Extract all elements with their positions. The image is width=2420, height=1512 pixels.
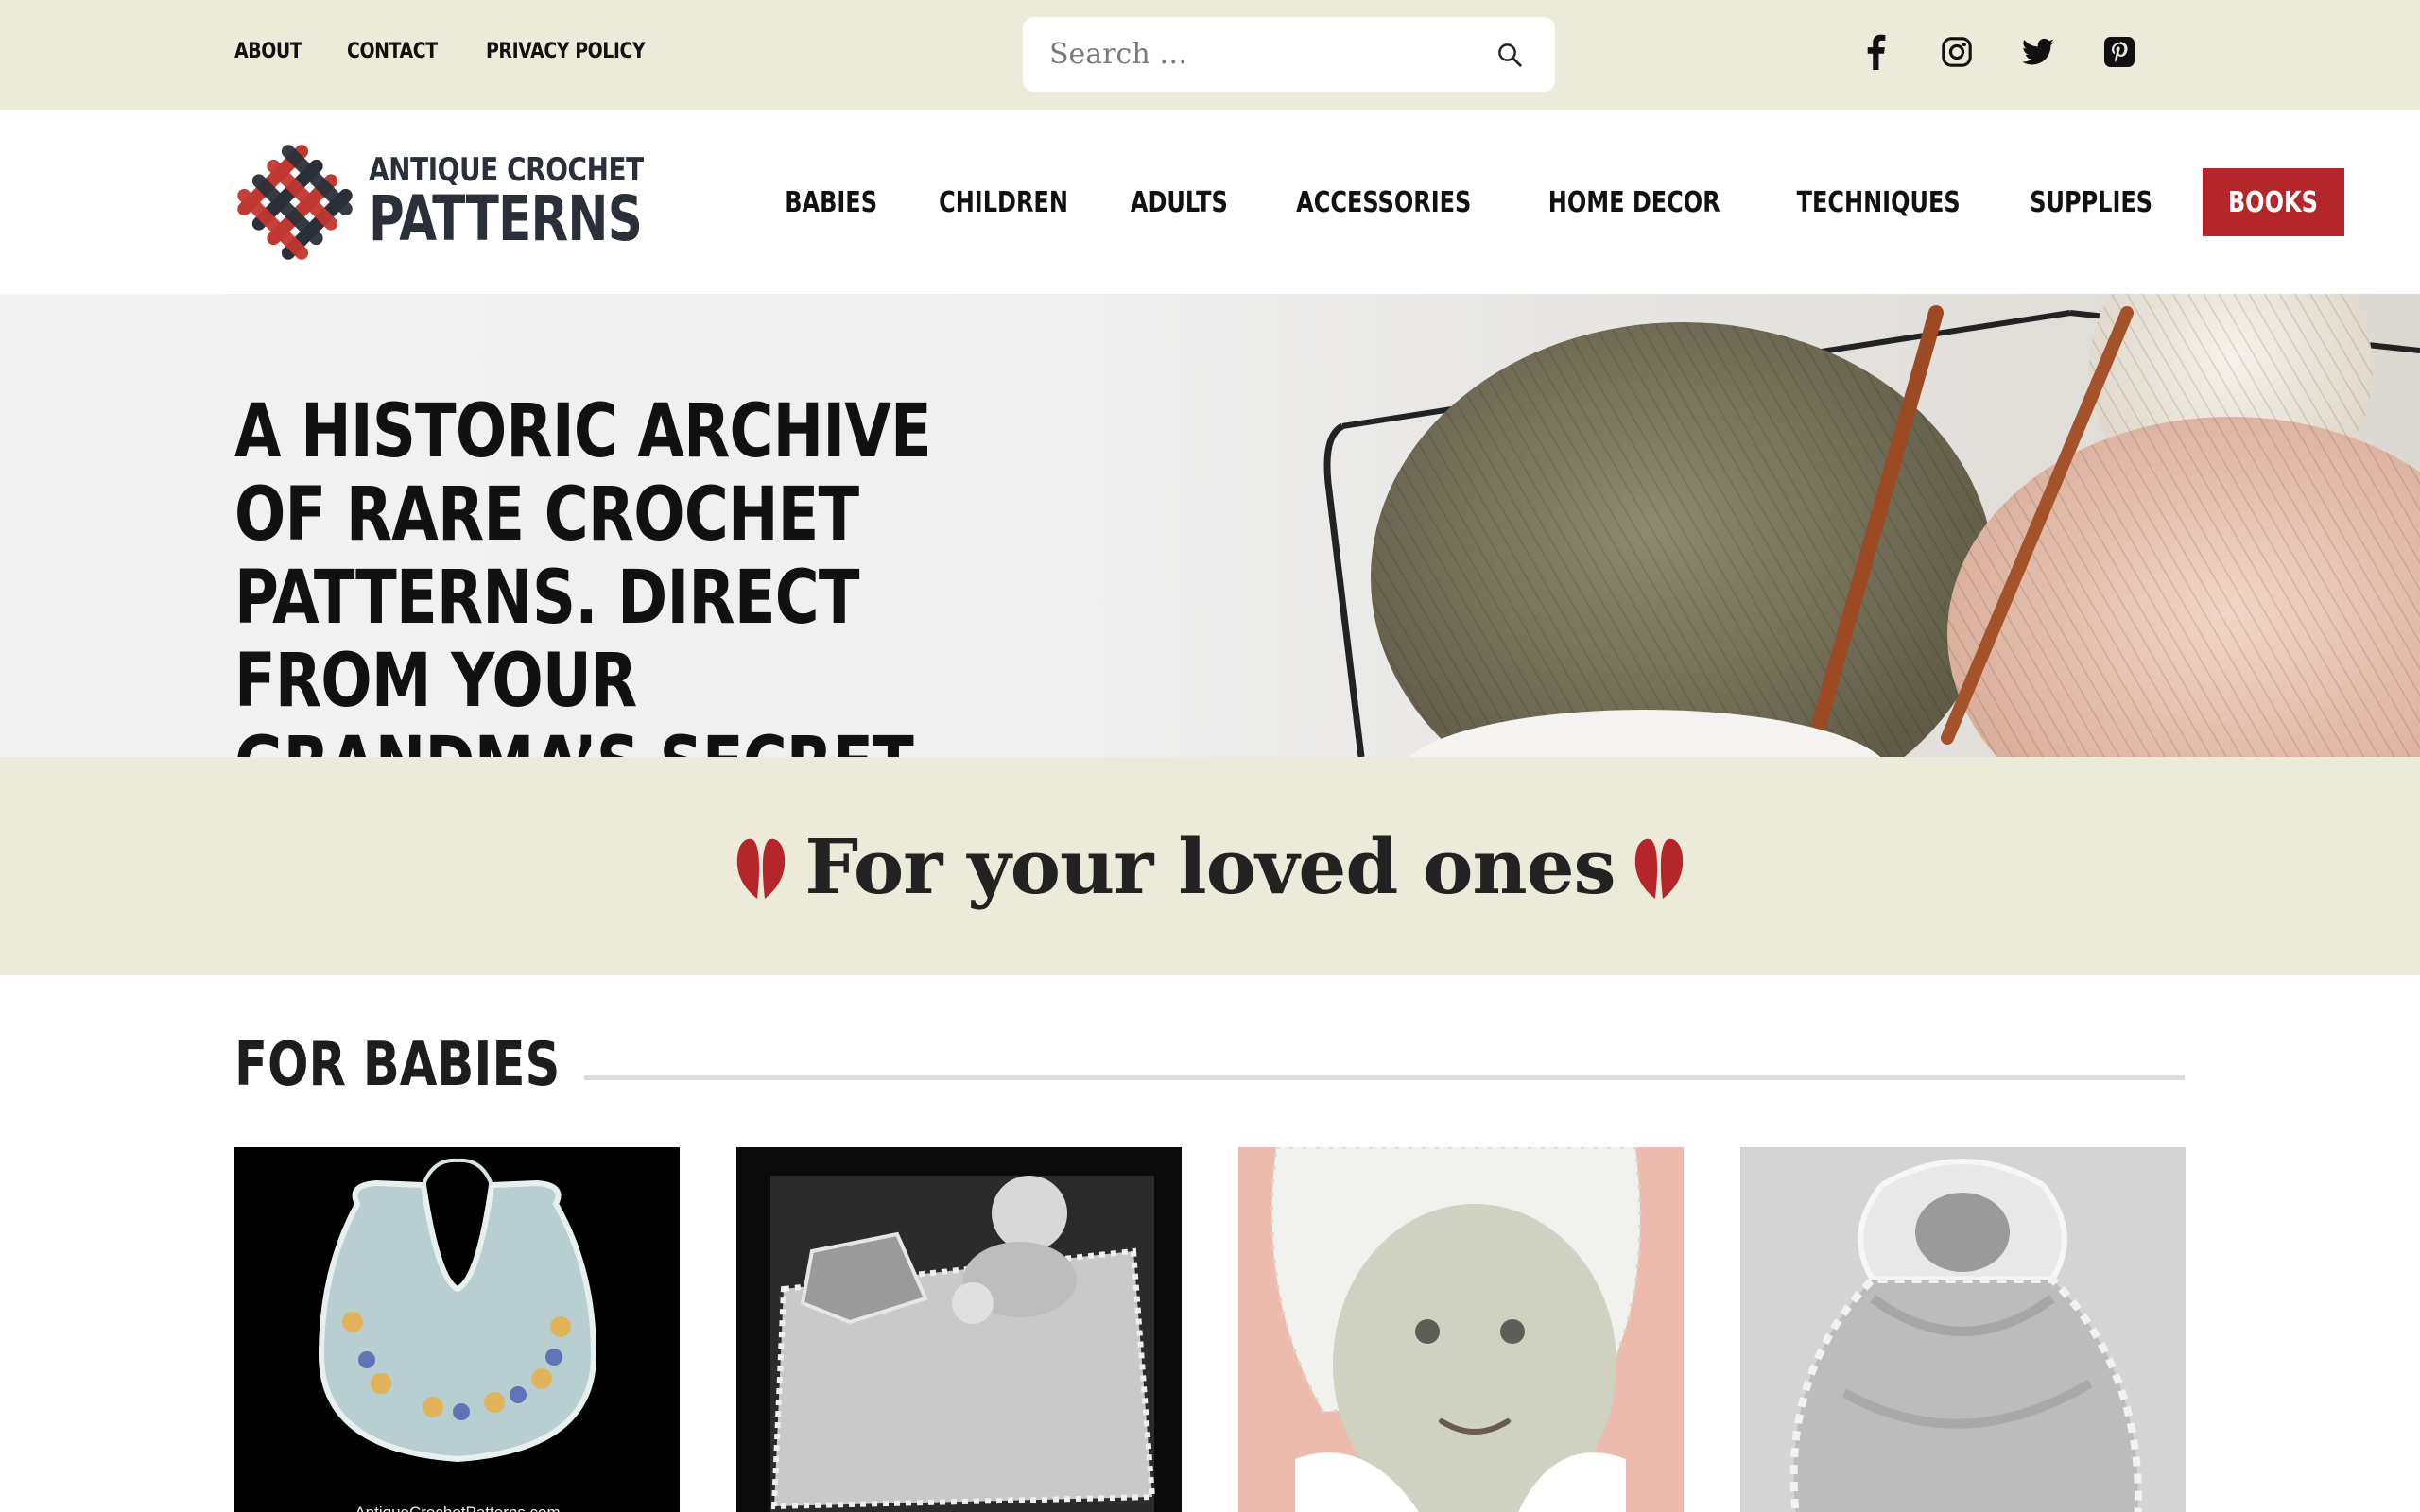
pattern-card-baby-bunting[interactable] bbox=[1740, 1147, 2186, 1512]
facebook-icon bbox=[1867, 34, 1886, 70]
baby-blanket-image bbox=[736, 1147, 1182, 1512]
pattern-cards: AntiqueCrochetPatterns.com bbox=[234, 1147, 2186, 1512]
main-nav: BABIES CHILDREN ADULTS ACCESSORIES HOME … bbox=[756, 168, 2350, 236]
search-button[interactable] bbox=[1491, 36, 1529, 74]
twitter-icon bbox=[2022, 38, 2054, 65]
search-box bbox=[1023, 17, 1555, 92]
baby-bonnet-image bbox=[1238, 1147, 1684, 1512]
privacy-policy-link[interactable]: PRIVACY POLICY bbox=[486, 40, 646, 63]
site-logo[interactable]: ANTIQUE CROCHET PATTERNS bbox=[234, 142, 719, 263]
heart-icon-right bbox=[1634, 838, 1683, 899]
hero-banner: A HISTORIC ARCHIVE OF RARE CROCHET PATTE… bbox=[0, 294, 2420, 757]
bib-image: AntiqueCrochetPatterns.com bbox=[234, 1147, 680, 1512]
nav-item-home-decor[interactable]: HOME DECOR bbox=[1540, 186, 1730, 219]
pinterest-icon bbox=[2104, 37, 2135, 67]
instagram-link[interactable] bbox=[1936, 28, 1978, 76]
heart-icon-left bbox=[737, 838, 786, 899]
pinterest-link[interactable] bbox=[2099, 28, 2140, 76]
logo-line-1: ANTIQUE CROCHET bbox=[369, 151, 644, 189]
hero-headline: A HISTORIC ARCHIVE OF RARE CROCHET PATTE… bbox=[234, 389, 932, 757]
logo-text: ANTIQUE CROCHET PATTERNS bbox=[369, 154, 719, 250]
utility-nav: ABOUT CONTACT PRIVACY POLICY bbox=[234, 40, 671, 63]
facebook-link[interactable] bbox=[1855, 28, 1896, 76]
logo-mark bbox=[237, 145, 353, 260]
instagram-icon bbox=[1942, 37, 1972, 67]
pattern-card-bib[interactable]: AntiqueCrochetPatterns.com bbox=[234, 1147, 680, 1512]
social-links bbox=[1855, 28, 2140, 76]
pattern-card-baby-blanket[interactable] bbox=[736, 1147, 1182, 1512]
nav-item-babies[interactable]: BABIES bbox=[776, 186, 887, 219]
tagline-heading: For your loved ones bbox=[804, 821, 1616, 911]
pattern-card-baby-bonnet[interactable] bbox=[1238, 1147, 1684, 1512]
baby-bunting-image bbox=[1740, 1147, 2186, 1512]
nav-item-accessories[interactable]: ACCESSORIES bbox=[1287, 186, 1479, 219]
contact-link[interactable]: CONTACT bbox=[347, 40, 438, 63]
books-button-label: BOOKS bbox=[2227, 185, 2318, 219]
search-icon bbox=[1498, 43, 1522, 67]
books-button[interactable]: BOOKS bbox=[2202, 168, 2344, 236]
tagline-band: For your loved ones bbox=[0, 757, 2420, 975]
section-divider bbox=[584, 1075, 2185, 1080]
top-bar: ABOUT CONTACT PRIVACY POLICY bbox=[0, 0, 2420, 110]
section-title: FOR BABIES bbox=[234, 1030, 561, 1100]
search-input[interactable] bbox=[1049, 38, 1491, 71]
logo-line-2: PATTERNS bbox=[369, 182, 643, 255]
twitter-link[interactable] bbox=[2017, 28, 2059, 76]
nav-item-techniques[interactable]: TECHNIQUES bbox=[1788, 186, 1969, 219]
about-link[interactable]: ABOUT bbox=[234, 40, 302, 63]
yarn-basket-image bbox=[1323, 294, 2420, 757]
nav-item-adults[interactable]: ADULTS bbox=[1122, 186, 1237, 219]
site-header: ANTIQUE CROCHET PATTERNS BABIES CHILDREN… bbox=[0, 110, 2420, 294]
card-watermark: AntiqueCrochetPatterns.com bbox=[354, 1503, 560, 1512]
nav-item-children[interactable]: CHILDREN bbox=[930, 186, 1078, 219]
nav-item-supplies[interactable]: SUPPLIES bbox=[2021, 186, 2162, 219]
